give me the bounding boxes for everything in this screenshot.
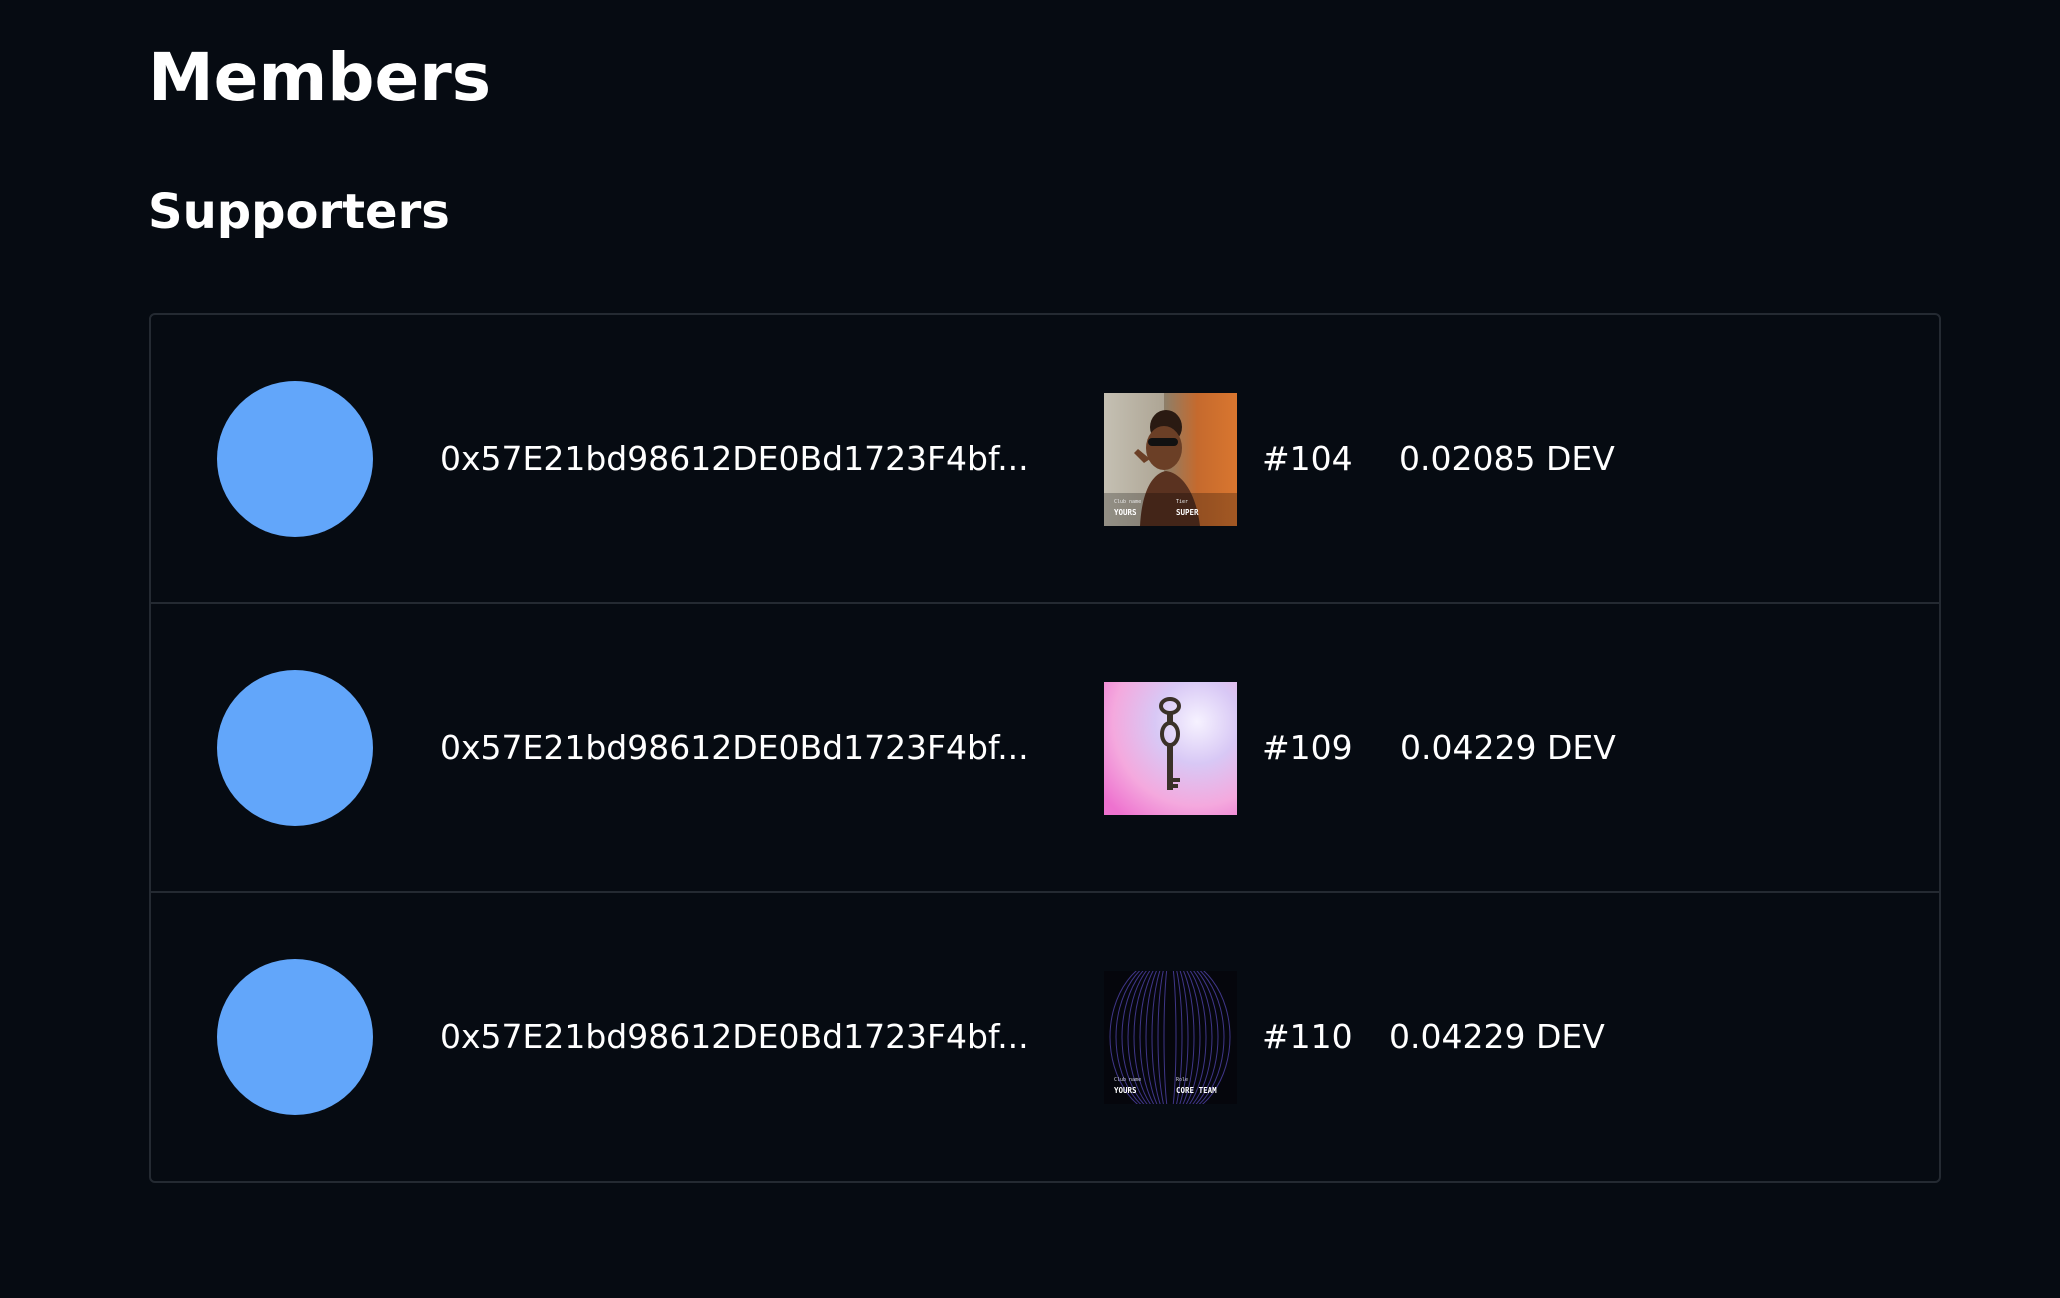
wallet-address[interactable]: 0x57E21bd98612DE0Bd1723F4bf... — [440, 435, 1029, 483]
nft-tier-caption: Tier — [1176, 499, 1188, 505]
token-id: #109 — [1262, 728, 1353, 767]
nft-club-value: YOURS — [1114, 508, 1137, 517]
nft-image-portrait: Club name YOURS Tier SUPER — [1104, 393, 1237, 526]
token-id: #104 — [1262, 439, 1353, 478]
nft-image-key — [1104, 682, 1237, 815]
amount: 0.04229 DEV — [1400, 728, 1616, 767]
section-title-supporters: Supporters — [148, 184, 450, 240]
amount: 0.02085 DEV — [1399, 439, 1615, 478]
nft-tier-value: SUPER — [1176, 508, 1199, 517]
amount: 0.04229 DEV — [1389, 1017, 1605, 1056]
nft-thumbnail[interactable] — [1104, 682, 1237, 815]
token-id: #110 — [1262, 1017, 1353, 1056]
avatar — [217, 959, 373, 1115]
wallet-address[interactable]: 0x57E21bd98612DE0Bd1723F4bf... — [440, 724, 1029, 772]
nft-club-caption: Club name — [1114, 1077, 1141, 1083]
supporters-table: 0x57E21bd98612DE0Bd1723F4bf... Club name… — [149, 313, 1941, 1183]
nft-club-value: YOURS — [1114, 1086, 1137, 1095]
nft-role-caption: Role — [1176, 1077, 1188, 1083]
supporter-row[interactable]: 0x57E21bd98612DE0Bd1723F4bf... — [151, 315, 1939, 604]
avatar — [217, 670, 373, 826]
avatar — [217, 381, 373, 537]
page-title: Members — [148, 39, 492, 116]
nft-image-rings: Club name YOURS Role CORE TEAM — [1104, 971, 1237, 1104]
nft-thumbnail[interactable]: Club name YOURS Tier SUPER — [1104, 393, 1237, 526]
supporter-row[interactable]: 0x57E21bd98612DE0Bd1723F4bf... — [151, 604, 1939, 893]
nft-club-caption: Club name — [1114, 499, 1141, 505]
nft-thumbnail[interactable]: Club name YOURS Role CORE TEAM — [1104, 971, 1237, 1104]
members-page: Members Supporters 0x57E21bd98612DE0Bd17… — [0, 0, 2060, 1298]
wallet-address[interactable]: 0x57E21bd98612DE0Bd1723F4bf... — [440, 1013, 1029, 1061]
supporter-row[interactable]: 0x57E21bd98612DE0Bd1723F4bf... — [151, 893, 1939, 1182]
nft-role-value: CORE TEAM — [1176, 1086, 1217, 1095]
